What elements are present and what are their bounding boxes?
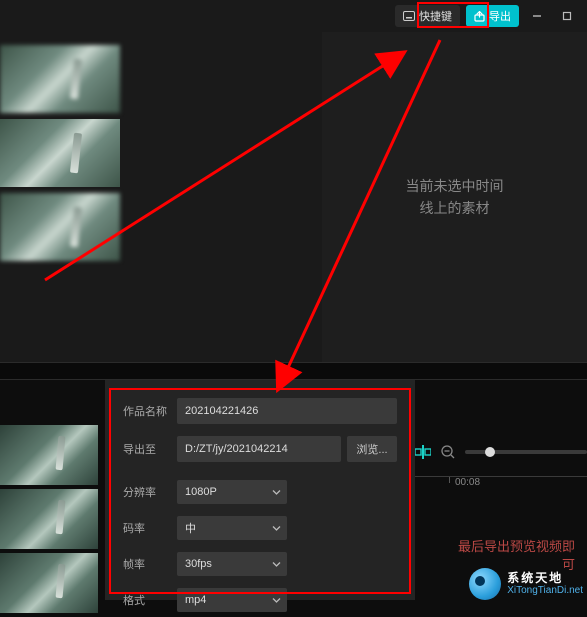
timeline-clip[interactable] <box>0 425 98 485</box>
preview-empty-line2: 线上的素材 <box>406 197 504 219</box>
ruler-tick-label: 00:08 <box>455 477 480 488</box>
bitrate-label: 码率 <box>123 520 177 536</box>
zoom-slider-track[interactable] <box>465 450 587 454</box>
maximize-icon <box>561 10 573 22</box>
chevron-down-icon <box>272 524 281 533</box>
chevron-down-icon <box>272 488 281 497</box>
fps-value: 30fps <box>185 558 212 570</box>
export-button[interactable]: 导出 <box>466 5 519 27</box>
export-name-label: 作品名称 <box>123 403 177 419</box>
preview-empty-message: 当前未选中时间 线上的素材 <box>406 175 504 220</box>
media-thumbnail[interactable] <box>0 45 120 113</box>
format-label: 格式 <box>123 592 177 608</box>
title-bar: 快捷键 导出 <box>0 0 587 32</box>
export-dest-input[interactable] <box>177 436 341 462</box>
keyboard-icon <box>403 11 415 21</box>
resolution-select[interactable]: 1080P <box>177 480 287 504</box>
watermark-name: 系统天地 <box>507 572 583 585</box>
format-value: mp4 <box>185 594 206 606</box>
timeline-clip-list <box>0 425 100 617</box>
browse-button[interactable]: 浏览... <box>347 436 397 462</box>
timeline-clip[interactable] <box>0 489 98 549</box>
shortcut-button[interactable]: 快捷键 <box>395 5 460 27</box>
maximize-button[interactable] <box>555 5 579 27</box>
export-dialog: 作品名称 导出至 浏览... 分辨率 1080P 码率 中 帧率 30fps 格… <box>105 380 415 600</box>
watermark-url: XiTongTianDi.net <box>507 585 583 596</box>
media-thumbnail-list <box>0 45 125 267</box>
resolution-value: 1080P <box>185 486 217 498</box>
export-icon <box>474 11 485 22</box>
shortcut-label: 快捷键 <box>419 8 452 24</box>
resolution-label: 分辨率 <box>123 484 177 500</box>
format-select[interactable]: mp4 <box>177 588 287 612</box>
watermark: 系统天地 XiTongTianDi.net <box>469 568 583 600</box>
export-name-input[interactable] <box>177 398 397 424</box>
zoom-out-icon[interactable] <box>441 445 455 459</box>
panel-divider <box>0 362 587 380</box>
timeline-clip[interactable] <box>0 553 98 613</box>
export-dest-label: 导出至 <box>123 441 177 457</box>
media-thumbnail[interactable] <box>0 119 120 187</box>
minimize-button[interactable] <box>525 5 549 27</box>
zoom-slider-handle[interactable] <box>485 447 495 457</box>
fps-select[interactable]: 30fps <box>177 552 287 576</box>
minimize-icon <box>531 10 543 22</box>
bitrate-value: 中 <box>185 520 196 536</box>
timeline-ruler[interactable]: 00:08 <box>415 476 587 488</box>
watermark-logo-icon <box>469 568 501 600</box>
media-thumbnail[interactable] <box>0 193 120 261</box>
fps-label: 帧率 <box>123 556 177 572</box>
timeline-toolbar: 00:08 <box>415 440 587 520</box>
chevron-down-icon <box>272 560 281 569</box>
chevron-down-icon <box>272 596 281 605</box>
bitrate-select[interactable]: 中 <box>177 516 287 540</box>
preview-panel: 当前未选中时间 线上的素材 <box>322 32 587 362</box>
preview-empty-line1: 当前未选中时间 <box>406 175 504 197</box>
export-label: 导出 <box>489 8 511 24</box>
align-icon[interactable] <box>415 445 431 459</box>
